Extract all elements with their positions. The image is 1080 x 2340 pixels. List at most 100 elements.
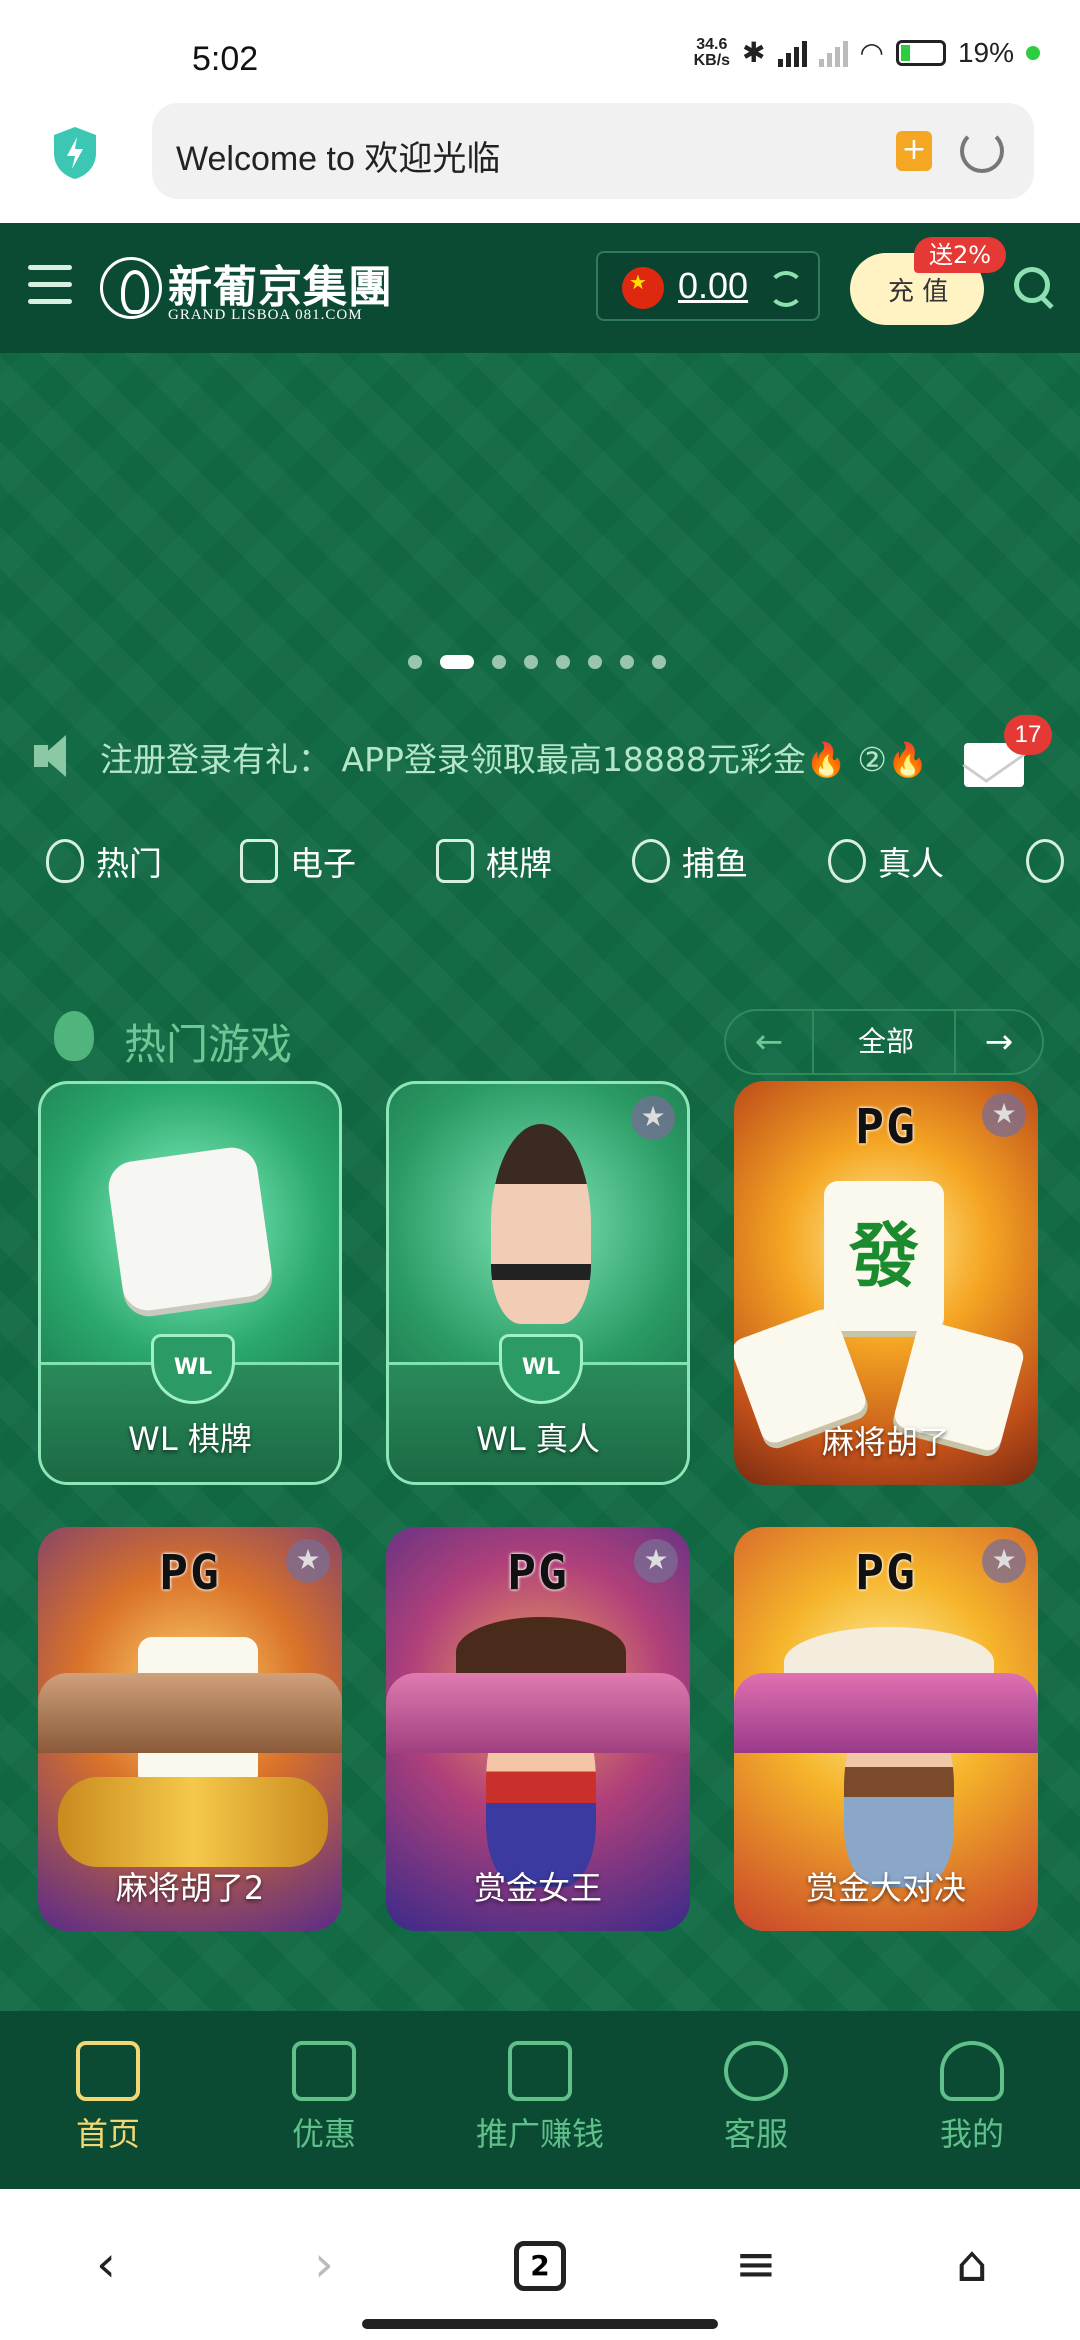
mahjong-mascot-image [105,1144,275,1314]
nav-home[interactable]: 首页 [8,2041,208,2155]
category-tabs: 热门 电子 棋牌 捕鱼 真人 [0,821,1080,901]
address-bar-text: Welcome to 欢迎光临 [176,140,501,178]
game-title: 麻将胡了 [821,1423,950,1461]
back-icon[interactable]: ‹ [66,2229,146,2299]
banner-dot-active[interactable] [440,655,474,669]
favorite-star-icon[interactable]: ★ [634,1539,678,1583]
tab-more[interactable] [1026,831,1064,891]
lottery-icon [1026,839,1064,883]
section-pager: ← 全部 → [724,1009,1044,1075]
signal-icon [777,39,807,67]
banner-dot[interactable] [588,655,602,669]
favorite-star-icon[interactable]: ★ [982,1093,1026,1137]
status-indicators: 34.6 KB/s ✱ ◠ 19% [694,36,1040,69]
menu-icon[interactable] [28,265,72,311]
game-card[interactable]: WL WL 棋牌 [38,1081,342,1485]
live-dealer-image [491,1124,591,1324]
tab-slots[interactable]: 电子 [240,831,356,891]
security-shield-icon[interactable] [50,125,100,181]
browser-toolbar: Welcome to 欢迎光临 + [0,95,1080,223]
game-card-partial[interactable] [386,1673,690,1753]
tab-hot[interactable]: 热门 [46,831,162,891]
refresh-balance-icon[interactable] [768,271,804,307]
game-title: 赏金大对决 [805,1869,966,1907]
deposit-label: 充 值 [888,277,949,307]
privacy-indicator-icon [1026,45,1040,60]
game-grid-next-row [38,1673,1048,1753]
balance-value: 0.00 [678,265,749,306]
provider-badge: WL [173,1355,213,1380]
tab-label: 真人 [878,844,944,883]
golden-dragon-image [58,1777,328,1867]
slot-machine-icon [240,839,278,883]
view-all-button[interactable]: 全部 [814,1011,958,1073]
nav-label: 我的 [939,2115,1004,2153]
arrow-right-icon[interactable]: → [954,1011,1042,1073]
gesture-home-bar[interactable] [362,2319,718,2329]
status-bar: 5:02 34.6 KB/s ✱ ◠ 19% [0,0,1080,95]
section-title: 热门游戏 [124,1020,293,1069]
game-title: WL 真人 [476,1420,600,1458]
headset-icon [724,2041,788,2101]
hot-games-header: 热门游戏 ← 全部 → [0,981,1080,1081]
game-title: 赏金女王 [473,1869,602,1907]
forward-icon[interactable]: › [284,2229,364,2299]
nav-support[interactable]: 客服 [656,2041,856,2155]
banner-dot[interactable] [408,655,422,669]
signal-secondary-icon [818,39,848,67]
banner-dot[interactable] [524,655,538,669]
game-card-partial[interactable] [734,1673,1038,1753]
site-logo[interactable]: 新葡京集團 GRAND LISBOA 081.COM [100,251,410,327]
promo-banner[interactable] [0,353,1080,683]
home-page-icon[interactable]: ⌂ [932,2229,1012,2299]
game-card[interactable]: PG ★ 發 麻将胡了 [734,1081,1038,1485]
nav-label: 客服 [723,2115,788,2153]
share-icon [508,2041,572,2101]
arrow-left-icon[interactable]: ← [726,1011,814,1073]
network-speed-unit: KB/s [693,51,731,69]
mahjong-tile-image: 發 [824,1181,944,1331]
balance-box[interactable]: 0.00 [596,251,820,321]
hot-flame-icon [54,1011,94,1061]
fire-icon [46,839,84,883]
tabs-button[interactable]: 2 [514,2241,566,2291]
banner-dot[interactable] [620,655,634,669]
nav-profile[interactable]: 我的 [872,2041,1072,2155]
banner-dot[interactable] [492,655,506,669]
browser-bottom-bar: ‹ › 2 ≡ ⌂ [0,2189,1080,2340]
tab-label: 电子 [290,844,356,883]
main-content: 注册登录有礼： APP登录领取最高18888元彩金🔥 ②🔥 17 热门 电子 棋… [0,353,1080,2011]
nav-label: 推广赚钱 [475,2115,604,2153]
favorite-star-icon[interactable]: ★ [631,1096,675,1140]
game-card-partial[interactable] [38,1673,342,1753]
mahjong-tile-glyph: 發 [849,1214,919,1297]
logo-title: 新葡京集團 [168,262,393,313]
game-title: WL 棋牌 [128,1420,252,1458]
battery-icon [895,39,946,66]
bookmark-icon[interactable]: + [896,131,932,171]
nav-referral[interactable]: 推广赚钱 [440,2041,640,2155]
nav-promotions[interactable]: 优惠 [224,2041,424,2155]
favorite-star-icon[interactable]: ★ [982,1539,1026,1583]
address-bar[interactable]: Welcome to 欢迎光临 + [152,103,1034,199]
logo-subtitle: GRAND LISBOA 081.COM [168,307,363,323]
reload-icon[interactable] [960,129,1004,173]
tab-cards[interactable]: 棋牌 [436,831,552,891]
banner-dot[interactable] [652,655,666,669]
china-flag-icon [622,267,664,309]
announcement-marquee[interactable]: 注册登录有礼： APP登录领取最高18888元彩金🔥 ②🔥 17 [0,715,1080,795]
favorite-star-icon[interactable]: ★ [286,1539,330,1583]
tab-live[interactable]: 真人 [828,831,944,891]
deposit-bonus-badge: 送2% [914,237,1006,273]
banner-dot[interactable] [556,655,570,669]
gift-icon [292,2041,356,2101]
search-icon[interactable] [1014,267,1056,309]
network-speed-value: 34.6 [696,35,728,53]
tab-label: 棋牌 [486,844,552,883]
announcement-text: 注册登录有礼： APP登录领取最高18888元彩金🔥 ②🔥 [100,740,929,779]
menu-lines-icon[interactable]: ≡ [716,2229,796,2299]
network-speed: 34.6 KB/s [693,35,731,69]
tab-fishing[interactable]: 捕鱼 [632,831,748,891]
game-card[interactable]: ★ WL WL 真人 [386,1081,690,1485]
tab-label: 捕鱼 [682,844,748,883]
